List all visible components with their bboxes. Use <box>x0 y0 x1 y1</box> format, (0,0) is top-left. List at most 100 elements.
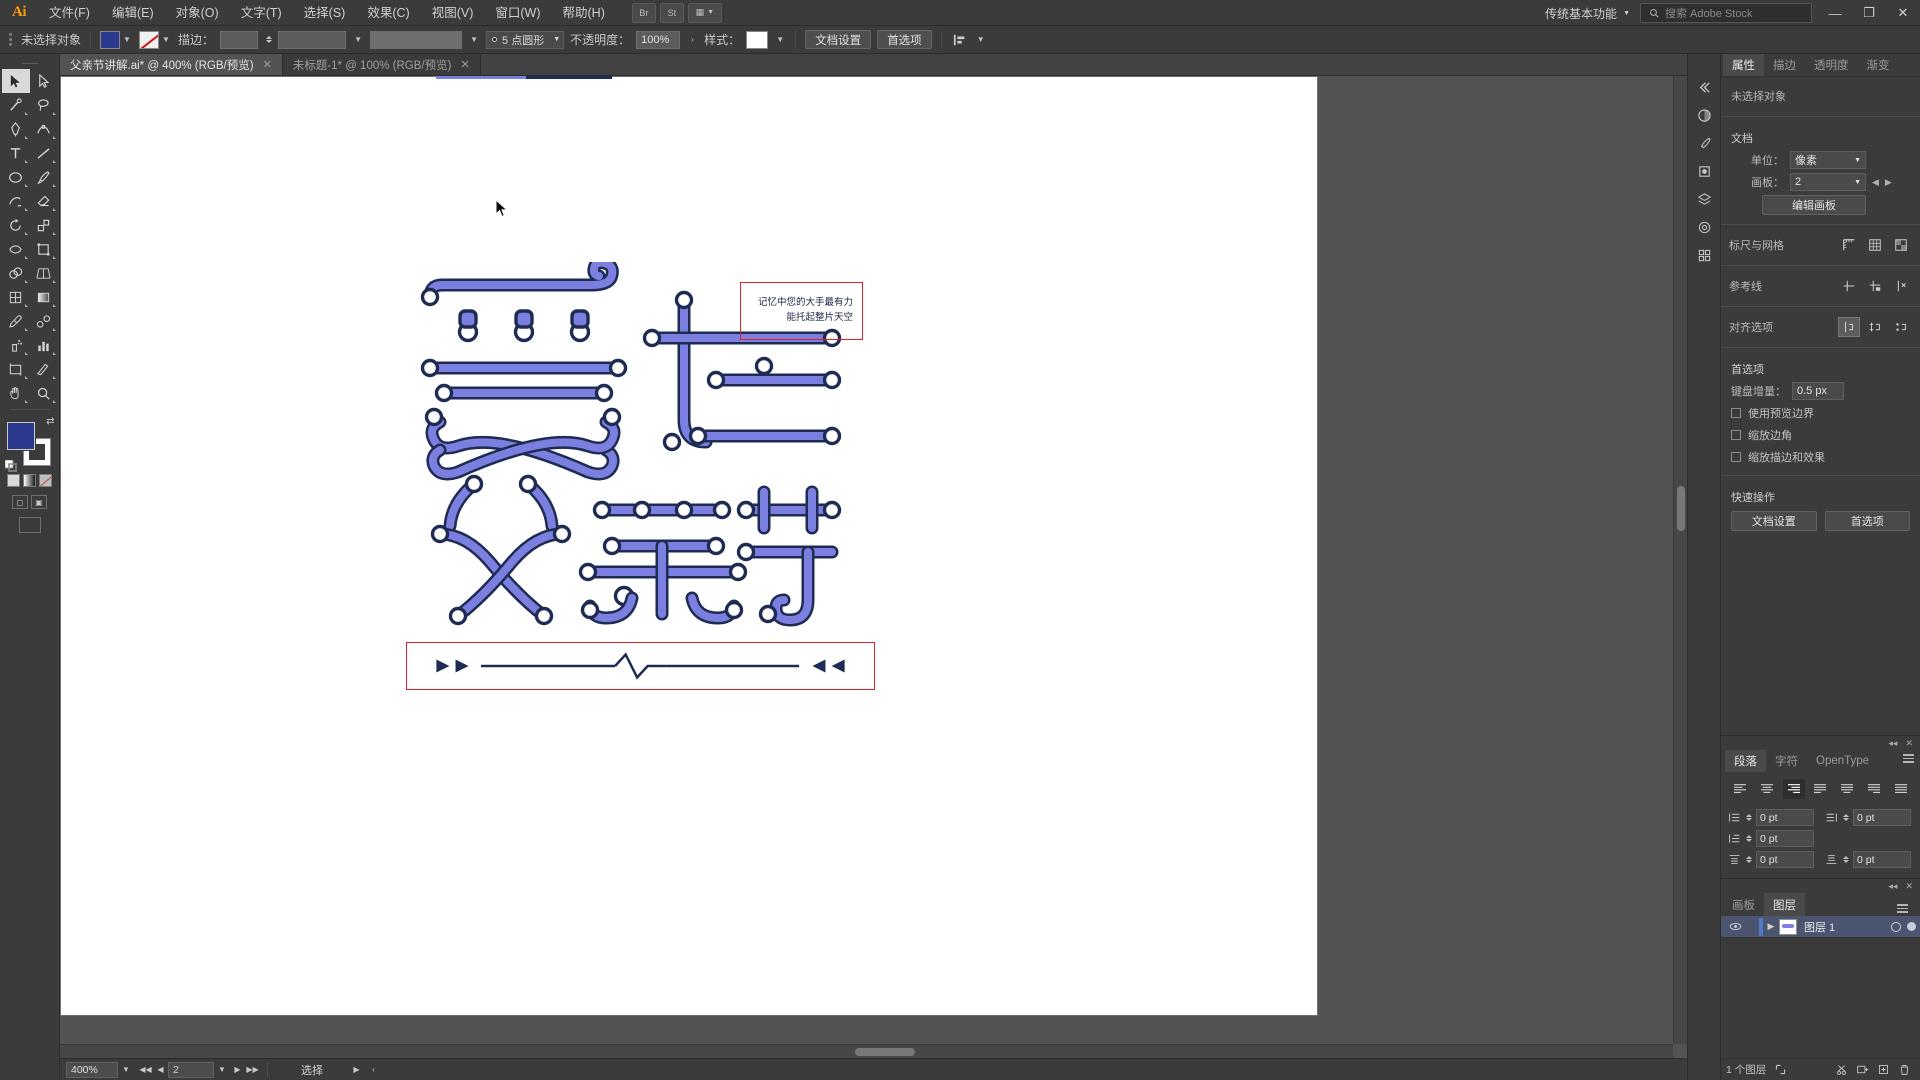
menu-object[interactable]: 对象(O) <box>165 0 230 26</box>
color-panel-icon[interactable] <box>1691 102 1717 128</box>
right-indent-input[interactable]: 0 pt <box>1853 809 1911 826</box>
chevron-down-icon[interactable]: ▼ <box>121 31 133 49</box>
type-tool[interactable] <box>2 141 30 165</box>
symbols-panel-icon[interactable] <box>1691 158 1717 184</box>
opacity-input[interactable]: 100% <box>636 30 681 49</box>
scale-tool[interactable] <box>30 213 58 237</box>
use-preview-bounds-checkbox[interactable] <box>1731 408 1741 418</box>
close-icon[interactable]: ✕ <box>1905 738 1913 749</box>
eraser-tool[interactable] <box>30 189 58 213</box>
left-indent-input[interactable]: 0 pt <box>1756 809 1814 826</box>
justify-last-left-button[interactable] <box>1809 779 1831 799</box>
pen-tool[interactable] <box>2 117 30 141</box>
chevron-down-icon[interactable]: ▼ <box>468 31 480 49</box>
unit-select[interactable]: 像素 ▼ <box>1790 151 1866 169</box>
stock-icon[interactable]: St <box>659 2 684 23</box>
chevron-left-icon[interactable]: ◀ <box>1872 177 1879 188</box>
toolbox-grip[interactable] <box>0 57 59 69</box>
scrollbar-thumb[interactable] <box>1677 486 1685 531</box>
gradient-tool[interactable] <box>30 285 58 309</box>
scale-strokes-effects-checkbox[interactable] <box>1731 452 1741 462</box>
lock-guides-icon[interactable] <box>1864 276 1886 296</box>
collapse-panels-icon[interactable] <box>1691 74 1717 100</box>
graphic-style-swatch[interactable] <box>746 30 769 49</box>
release-guides-icon[interactable] <box>1890 276 1912 296</box>
direct-selection-tool[interactable] <box>30 69 58 93</box>
artboard-step-arrows[interactable]: ◀ ▶ <box>1872 177 1912 188</box>
zoom-dropdown-icon[interactable]: ▼ <box>118 1065 134 1074</box>
slice-tool[interactable] <box>30 357 58 381</box>
none-mode-button[interactable] <box>39 474 52 487</box>
toolbox-edit-button[interactable] <box>18 517 41 533</box>
space-after-input[interactable]: 0 pt <box>1853 851 1911 868</box>
justify-all-button[interactable] <box>1890 779 1912 799</box>
selection-tool[interactable] <box>1 69 30 93</box>
new-layer-icon[interactable] <box>1873 1061 1894 1079</box>
menu-help[interactable]: 帮助(H) <box>552 0 616 26</box>
stroke-color-control[interactable]: ▼ <box>139 30 172 49</box>
fill-swatch[interactable] <box>100 30 121 49</box>
arrange-documents-icon[interactable]: ▦ ▼ <box>687 2 722 23</box>
align-right-button[interactable] <box>1782 779 1805 799</box>
tab-layers[interactable]: 图层 <box>1764 893 1805 916</box>
close-icon[interactable]: ✕ <box>1905 881 1913 892</box>
hand-tool[interactable] <box>2 381 30 405</box>
target-indicator-icon[interactable] <box>1891 921 1901 932</box>
panel-menu-icon[interactable] <box>1903 754 1914 763</box>
chevron-down-icon[interactable]: ▼ <box>160 31 172 49</box>
snap-to-point-icon[interactable] <box>1890 317 1912 337</box>
toolbox-fill-swatch[interactable] <box>5 421 36 451</box>
blend-tool[interactable] <box>30 309 58 333</box>
delete-layer-icon[interactable] <box>1894 1061 1915 1079</box>
eyedropper-tool[interactable] <box>2 309 30 333</box>
show-rulers-icon[interactable] <box>1838 235 1860 255</box>
prev-artboard-button[interactable]: ◀ <box>153 1062 168 1078</box>
minimize-button[interactable]: — <box>1818 0 1852 26</box>
rotate-tool[interactable] <box>2 213 30 237</box>
close-button[interactable]: ✕ <box>1886 0 1920 26</box>
status-text[interactable]: 选择 <box>301 1062 323 1078</box>
locate-object-icon[interactable] <box>1770 1061 1791 1079</box>
show-guides-icon[interactable] <box>1838 276 1860 296</box>
line-segment-tool[interactable] <box>30 141 58 165</box>
first-line-indent-input[interactable]: 0 pt <box>1756 830 1814 847</box>
panel-menu-icon[interactable] <box>1897 904 1908 913</box>
document-setup-quick-button[interactable]: 文档设置 <box>1731 511 1817 531</box>
swap-fill-stroke-icon[interactable]: ⇄ <box>46 416 54 427</box>
keyboard-increment-input[interactable]: 0.5 px <box>1792 382 1844 400</box>
show-transparency-grid-icon[interactable] <box>1890 235 1912 255</box>
opacity-flyout-icon[interactable]: › <box>686 31 698 49</box>
bridge-icon[interactable]: Br <box>631 2 656 23</box>
menu-file[interactable]: 文件(F) <box>38 0 101 26</box>
fill-color-control[interactable]: ▼ <box>100 30 133 49</box>
tab-opentype[interactable]: OpenType <box>1807 750 1878 772</box>
artboard-dropdown-icon[interactable]: ▼ <box>214 1065 230 1074</box>
menu-type[interactable]: 文字(T) <box>230 0 293 26</box>
canvas-vertical-scrollbar[interactable] <box>1673 76 1687 1044</box>
make-clipping-mask-icon[interactable] <box>1831 1061 1852 1079</box>
canvas-horizontal-scrollbar[interactable] <box>60 1044 1673 1058</box>
menu-effect[interactable]: 效果(C) <box>356 0 420 26</box>
default-fill-stroke-icon[interactable] <box>4 459 17 472</box>
preferences-quick-button[interactable]: 首选项 <box>1824 511 1910 531</box>
document-setup-button[interactable]: 文档设置 <box>805 30 872 49</box>
collapse-icon[interactable]: ◂◂ <box>1888 881 1897 892</box>
scrollbar-thumb[interactable] <box>855 1048 915 1056</box>
stock-search-input[interactable]: 搜索 Adobe Stock <box>1640 3 1812 23</box>
layer-name[interactable]: 图层 1 <box>1804 919 1835 935</box>
zoom-level-input[interactable]: 400% <box>66 1061 118 1078</box>
tab-character[interactable]: 字符 <box>1766 750 1807 772</box>
space-before-stepper[interactable] <box>1746 856 1752 863</box>
stroke-profile-select[interactable]: 5 点圆形 ▼ <box>486 30 565 49</box>
magic-wand-tool[interactable] <box>2 93 30 117</box>
brush-definition-field[interactable] <box>278 30 347 49</box>
align-center-button[interactable] <box>1756 779 1778 799</box>
curvature-tool[interactable] <box>30 117 58 141</box>
eye-icon[interactable] <box>1725 920 1745 933</box>
free-transform-tool[interactable] <box>30 237 58 261</box>
stroke-profile-field[interactable] <box>370 30 463 49</box>
lasso-tool[interactable] <box>30 93 58 117</box>
chevron-left-icon[interactable]: ‹ <box>366 1062 381 1078</box>
right-indent-stepper[interactable] <box>1843 814 1849 821</box>
layers-panel-icon[interactable] <box>1691 186 1717 212</box>
